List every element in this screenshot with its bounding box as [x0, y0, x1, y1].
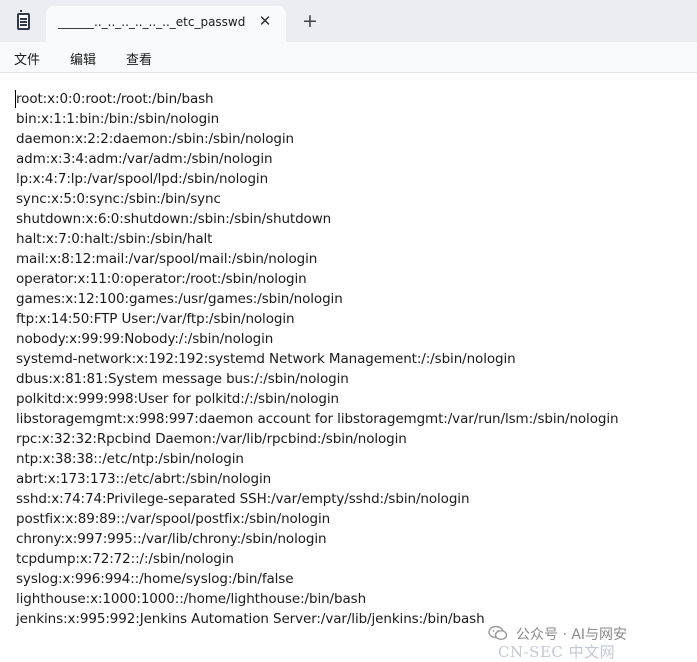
text-line: bin:x:1:1:bin:/bin:/sbin/nologin	[16, 111, 220, 127]
text-line: libstoragemgmt:x:998:997:daemon account …	[16, 411, 619, 427]
menu-file[interactable]: 文件	[14, 47, 40, 70]
notepad-icon	[17, 10, 30, 30]
text-line: ntp:x:38:38::/etc/ntp:/sbin/nologin	[16, 451, 244, 467]
text-line: root:x:0:0:root:/root:/bin/bash	[16, 91, 214, 107]
notepad-window: ______.._.._.._.._.._.._etc_passwd ✕ + 文…	[0, 0, 697, 662]
text-line: postfix:x:89:89::/var/spool/postfix:/sbi…	[16, 511, 331, 527]
plus-icon[interactable]: +	[300, 11, 320, 31]
text-line: lp:x:4:7:lp:/var/spool/lpd:/sbin/nologin	[16, 171, 269, 187]
text-line: adm:x:3:4:adm:/var/adm:/sbin/nologin	[16, 151, 273, 167]
text-line: abrt:x:173:173::/etc/abrt:/sbin/nologin	[16, 471, 272, 487]
text-line: tcpdump:x:72:72::/:/sbin/nologin	[16, 551, 234, 567]
menu-bar: 文件 编辑 查看	[0, 42, 697, 73]
text-line: polkitd:x:999:998:User for polkitd:/:/sb…	[16, 391, 340, 407]
menu-view[interactable]: 查看	[126, 47, 152, 70]
title-bar: ______.._.._.._.._.._.._etc_passwd ✕ +	[0, 0, 697, 42]
tab-active[interactable]: ______.._.._.._.._.._.._etc_passwd ✕	[46, 6, 286, 42]
text-line: halt:x:7:0:halt:/sbin:/sbin/halt	[16, 231, 213, 247]
text-lines: root:x:0:0:root:/root:/bin/bash bin:x:1:1…	[16, 89, 619, 629]
text-line: daemon:x:2:2:daemon:/sbin:/sbin/nologin	[16, 131, 294, 147]
text-line: chrony:x:997:995::/var/lib/chrony:/sbin/…	[16, 531, 327, 547]
text-line: dbus:x:81:81:System message bus:/:/sbin/…	[16, 371, 349, 387]
text-line: shutdown:x:6:0:shutdown:/sbin:/sbin/shut…	[16, 211, 332, 227]
text-line: sshd:x:74:74:Privilege-separated SSH:/va…	[16, 491, 470, 507]
wechat-icon	[488, 625, 508, 641]
text-line: nobody:x:99:99:Nobody:/:/sbin/nologin	[16, 331, 274, 347]
watermark-brand: CN-SEC 中文网	[498, 643, 616, 661]
text-line: mail:x:8:12:mail:/var/spool/mail:/sbin/n…	[16, 251, 318, 267]
text-line: rpc:x:32:32:Rpcbind Daemon:/var/lib/rpcb…	[16, 431, 407, 447]
close-icon[interactable]: ✕	[256, 12, 274, 30]
text-line: ftp:x:14:50:FTP User:/var/ftp:/sbin/nolo…	[16, 311, 295, 327]
text-line: syslog:x:996:994::/home/syslog:/bin/fals…	[16, 571, 294, 587]
text-line: operator:x:11:0:operator:/root:/sbin/nol…	[16, 271, 307, 287]
text-editor[interactable]: root:x:0:0:root:/root:/bin/bash bin:x:1:1…	[0, 73, 697, 662]
text-line: lighthouse:x:1000:1000::/home/lighthouse…	[16, 591, 367, 607]
text-line: systemd-network:x:192:192:systemd Networ…	[16, 351, 516, 367]
text-line: games:x:12:100:games:/usr/games:/sbin/no…	[16, 291, 343, 307]
menu-edit[interactable]: 编辑	[70, 47, 96, 70]
tab-title: ______.._.._.._.._.._.._etc_passwd	[58, 15, 246, 29]
text-line: sync:x:5:0:sync:/sbin:/bin/sync	[16, 191, 221, 207]
